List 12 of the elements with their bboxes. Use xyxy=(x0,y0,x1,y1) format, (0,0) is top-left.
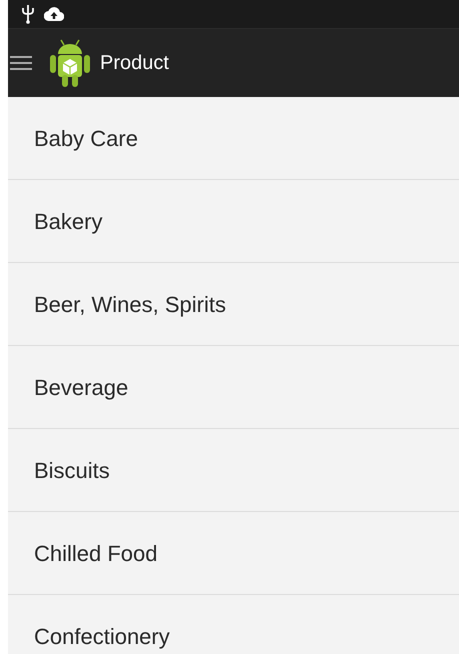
android-robot-icon xyxy=(48,38,92,88)
category-item[interactable]: Baby Care xyxy=(34,122,138,154)
menu-icon[interactable] xyxy=(10,56,32,70)
category-item[interactable]: Beverage xyxy=(34,370,128,404)
category-item[interactable]: Confectionery xyxy=(34,620,170,652)
category-item[interactable]: Bakery xyxy=(34,204,102,238)
category-item[interactable]: Chilled Food xyxy=(34,536,158,570)
cloud-upload-icon xyxy=(44,7,64,21)
category-item[interactable]: Beer, Wines, Spirits xyxy=(34,288,226,320)
screen-title: Product xyxy=(100,51,169,76)
usb-icon xyxy=(22,4,34,24)
category-item[interactable]: Biscuits xyxy=(34,454,110,486)
